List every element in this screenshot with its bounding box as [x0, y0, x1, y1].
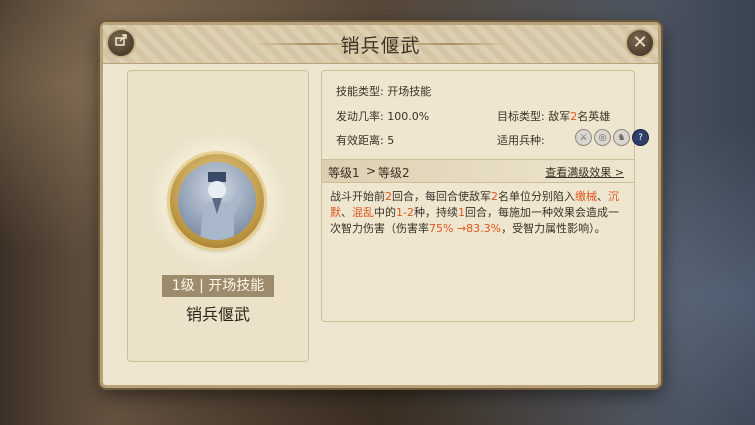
level-from: 等级1 — [328, 166, 360, 180]
chance-value: 100.0% — [387, 110, 430, 123]
title-bar: 销兵偃武 ✕ — [103, 25, 658, 64]
share-icon — [114, 34, 128, 51]
shield-icon[interactable]: ◎ — [594, 129, 611, 146]
target-suffix: 名英雄 — [577, 110, 611, 123]
horse-icon[interactable]: ♞ — [613, 129, 630, 146]
close-icon: ✕ — [632, 32, 648, 53]
level-bar: 等级1 > 等级2 查看满级效果 > — [322, 159, 634, 183]
troop-label: 适用兵种: — [497, 134, 545, 147]
skill-portrait-panel: 1级 | 开场技能 销兵偃武 — [127, 70, 309, 362]
hero-silhouette-icon — [200, 172, 244, 240]
skill-info-panel: 技能类型: 开场技能 发动几率: 100.0% 目标类型: 敌军2名英雄 有效距… — [321, 70, 649, 322]
view-max-level-link[interactable]: 查看满级效果 > — [545, 164, 624, 180]
skill-type-row: 技能类型: 开场技能 — [336, 83, 431, 99]
share-button[interactable] — [106, 28, 136, 58]
sword-icon[interactable]: ⚔ — [575, 129, 592, 146]
skill-level-label: 1级 | 开场技能 — [162, 275, 274, 297]
range-label: 有效距离: — [336, 134, 384, 147]
skill-dialog: 销兵偃武 ✕ 1级 | 开场技能 销兵偃武 技能类型: 开场技能 发动几率: 1… — [100, 22, 661, 388]
skill-name: 销兵偃武 — [185, 305, 250, 324]
portrait-frame — [170, 154, 264, 248]
range-row: 有效距离: 5 — [336, 132, 394, 148]
troop-type-list: ⚔ ◎ ♞ ? — [575, 129, 649, 146]
target-row: 目标类型: 敌军2名英雄 — [497, 108, 610, 124]
chance-label: 发动几率: — [336, 110, 384, 123]
skill-description: 战斗开始前2回合，每回合使敌军2名单位分别陷入缴械、沉默、混乱中的1-2种，持续… — [330, 190, 619, 235]
level-arrow: > — [366, 164, 377, 178]
question-icon[interactable]: ? — [632, 129, 649, 146]
level-to: 等级2 — [378, 166, 410, 180]
hero-portrait — [178, 162, 256, 240]
skill-type-label: 技能类型: — [336, 85, 384, 98]
range-value: 5 — [387, 134, 395, 147]
target-prefix: 敌军 — [548, 110, 571, 123]
close-button[interactable]: ✕ — [625, 28, 655, 58]
target-label: 目标类型: — [497, 110, 545, 123]
skill-type-value: 开场技能 — [387, 85, 432, 98]
dialog-title: 销兵偃武 — [340, 35, 421, 57]
chance-row: 发动几率: 100.0% — [336, 108, 429, 124]
